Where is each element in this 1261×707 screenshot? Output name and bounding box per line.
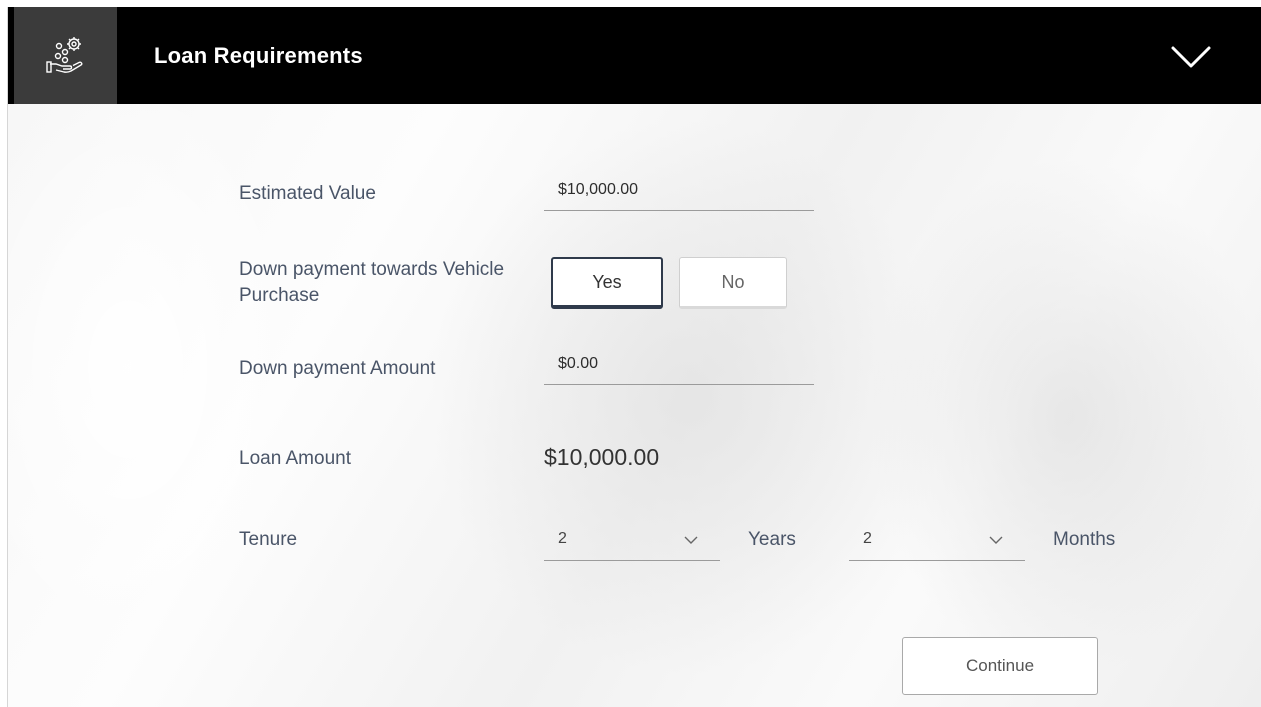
page-title: Loan Requirements <box>154 43 363 68</box>
tenure-months-value: 2 <box>863 530 872 547</box>
tenure-months-unit: Months <box>1053 529 1116 550</box>
down-payment-no-button[interactable]: No <box>679 257 787 309</box>
tenure-years-unit: Years <box>748 529 796 550</box>
loan-requirements-panel: Loan Requirements Estimated Value Down p… <box>7 7 1261 707</box>
hand-coins-gear-icon <box>14 7 117 104</box>
loan-amount-value: $10,000.00 <box>544 444 660 470</box>
tenure-years-select[interactable]: 2 <box>544 520 720 561</box>
estimated-value-field <box>544 172 814 211</box>
tenure-months-select[interactable]: 2 <box>849 520 1025 561</box>
chevron-down-icon[interactable] <box>1166 39 1216 75</box>
tenure-label: Tenure <box>239 529 298 550</box>
down-payment-toggle-label: Down payment towards Vehicle Purchase <box>239 259 505 306</box>
panel-header[interactable]: Loan Requirements <box>8 7 1261 104</box>
tenure-years-value: 2 <box>558 530 567 547</box>
chevron-down-icon <box>684 532 698 550</box>
loan-amount-label: Loan Amount <box>239 448 351 469</box>
chevron-down-icon <box>989 532 1003 550</box>
down-payment-yes-button[interactable]: Yes <box>551 257 663 309</box>
estimated-value-label: Estimated Value <box>239 183 376 204</box>
down-payment-amount-label: Down payment Amount <box>239 358 436 379</box>
continue-button[interactable]: Continue <box>902 637 1098 695</box>
background-blur <box>868 157 1261 677</box>
down-payment-amount-field <box>544 346 814 385</box>
down-payment-amount-input[interactable] <box>558 350 798 378</box>
estimated-value-input[interactable] <box>558 176 798 204</box>
